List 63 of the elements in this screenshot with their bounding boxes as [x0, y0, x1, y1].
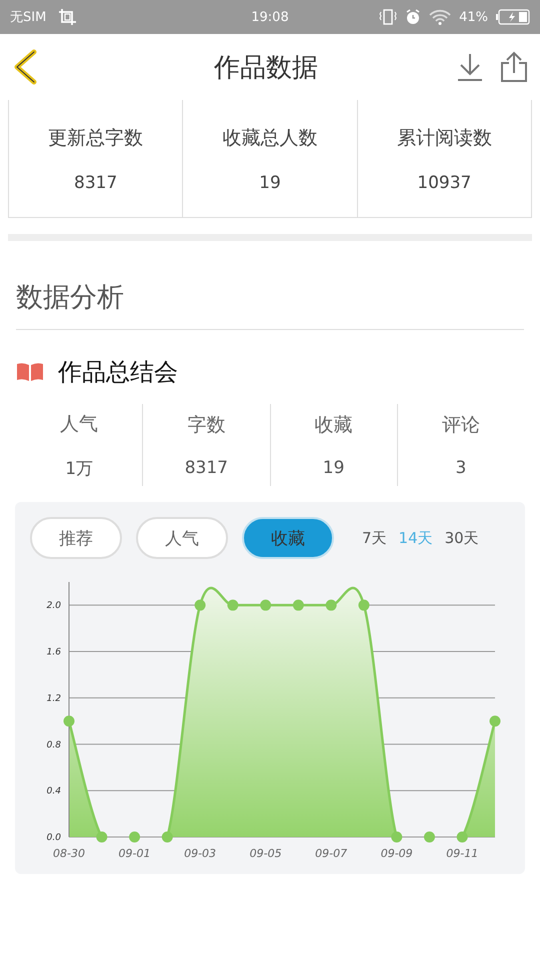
data-point [391, 832, 402, 842]
y-tick-label: 0.4 [46, 786, 61, 797]
x-tick-label: 09-09 [380, 847, 413, 860]
data-point [292, 600, 304, 611]
battery-icon [496, 9, 530, 25]
range-tab[interactable]: 30天 [438, 528, 485, 548]
stat-value: 8317 [184, 458, 228, 478]
y-tick-label: 0.8 [46, 740, 61, 750]
metric-tab[interactable]: 人气 [136, 517, 228, 559]
stat-label: 累计阅读数 [396, 126, 492, 150]
share-button[interactable] [500, 51, 528, 83]
stat-label: 字数 [187, 413, 226, 438]
x-tick-label: 09-11 [446, 847, 478, 860]
wifi-icon [429, 9, 452, 25]
data-point [64, 716, 74, 727]
data-point [424, 832, 435, 842]
chevron-left-icon [12, 49, 38, 85]
clock-text: 19:08 [250, 10, 290, 24]
stat-value: 10937 [417, 172, 472, 192]
data-point [129, 832, 140, 842]
alarm-icon [405, 9, 422, 25]
stat-label: 收藏总人数 [222, 126, 318, 150]
data-point [326, 600, 337, 611]
battery-percent: 41% [459, 10, 488, 24]
stat-value: 19 [322, 458, 344, 478]
data-point [162, 832, 173, 842]
y-tick-label: 1.6 [46, 648, 61, 658]
download-button[interactable] [456, 52, 484, 82]
stat-label: 更新总字数 [48, 126, 144, 150]
metric-tab[interactable]: 推荐 [30, 517, 122, 559]
y-tick-label: 0.0 [46, 833, 61, 843]
vibrate-icon [379, 9, 398, 25]
data-point [358, 600, 370, 611]
carrier-text: 无SIM [10, 9, 46, 26]
data-point [490, 716, 500, 727]
stat-value: 3 [455, 458, 466, 478]
data-point [227, 600, 238, 611]
data-point [194, 600, 206, 611]
data-point [96, 832, 108, 842]
download-icon [456, 52, 484, 82]
page-title: 作品数据 [213, 52, 319, 84]
stat-label: 收藏 [314, 413, 353, 438]
y-tick-label: 2.0 [46, 601, 61, 612]
y-tick-label: 1.2 [46, 694, 61, 704]
stat-value: 1万 [65, 458, 94, 480]
x-tick-label: 09-07 [315, 847, 348, 860]
data-point [456, 832, 468, 842]
stat-label: 人气 [60, 412, 98, 436]
x-tick-label: 08-30 [53, 847, 85, 860]
stat-value: 8317 [74, 172, 118, 192]
metric-tab[interactable]: 收藏 [242, 517, 334, 559]
screenshot-icon [58, 8, 78, 26]
stat-label: 评论 [442, 413, 480, 438]
x-tick-label: 09-03 [184, 847, 216, 860]
x-tick-label: 09-05 [250, 847, 282, 860]
subsection-title: 作品总结会 [58, 357, 178, 388]
range-tab[interactable]: 7天 [356, 528, 393, 548]
share-icon [500, 51, 528, 83]
section-title: 数据分析 [16, 279, 524, 330]
stat-value: 19 [259, 172, 281, 192]
x-tick-label: 09-01 [118, 847, 151, 860]
book-icon [16, 362, 44, 382]
data-point [260, 600, 272, 611]
